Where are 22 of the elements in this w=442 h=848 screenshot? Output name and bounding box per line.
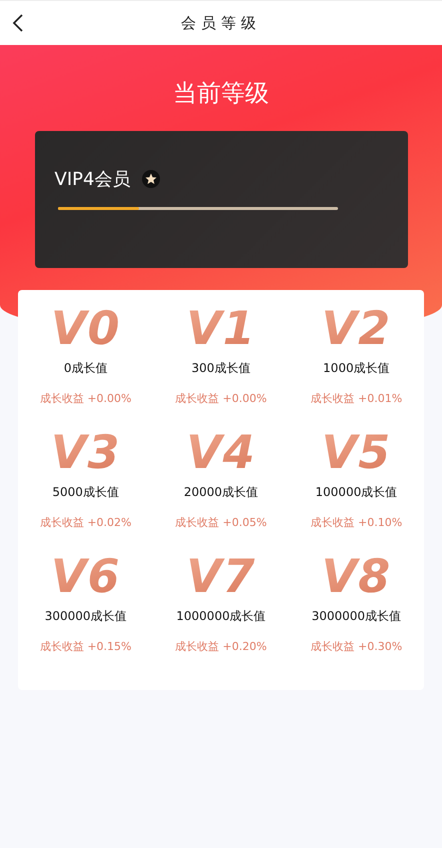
growth-bonus: 成长收益 +0.02%	[40, 515, 132, 530]
growth-value: 5000成长值	[52, 484, 119, 501]
page-title: 会员等级	[181, 14, 261, 32]
growth-value: 20000成长值	[184, 484, 258, 501]
growth-bonus: 成长收益 +0.00%	[40, 391, 132, 406]
growth-value: 1000000成长值	[176, 608, 266, 625]
growth-value: 300成长值	[192, 360, 250, 377]
growth-bonus: 成长收益 +0.20%	[175, 639, 267, 654]
section-title: 当前等级	[173, 78, 269, 109]
back-icon	[12, 13, 24, 33]
growth-value: 3000000成长值	[312, 608, 402, 625]
growth-bonus: 成长收益 +0.00%	[175, 391, 267, 406]
growth-bonus: 成长收益 +0.30%	[310, 639, 402, 654]
growth-value: 1000成长值	[323, 360, 390, 377]
growth-bonus: 成长收益 +0.01%	[310, 391, 402, 406]
growth-bonus: 成长收益 +0.15%	[40, 639, 132, 654]
growth-value: 300000成长值	[44, 608, 127, 625]
growth-bonus: 成长收益 +0.10%	[310, 515, 402, 530]
growth-value: 0成长值	[64, 360, 108, 377]
growth-value: 100000成长值	[315, 484, 398, 501]
growth-bonus: 成长收益 +0.05%	[175, 515, 267, 530]
member-level-label: VIP4会员	[54, 168, 130, 191]
